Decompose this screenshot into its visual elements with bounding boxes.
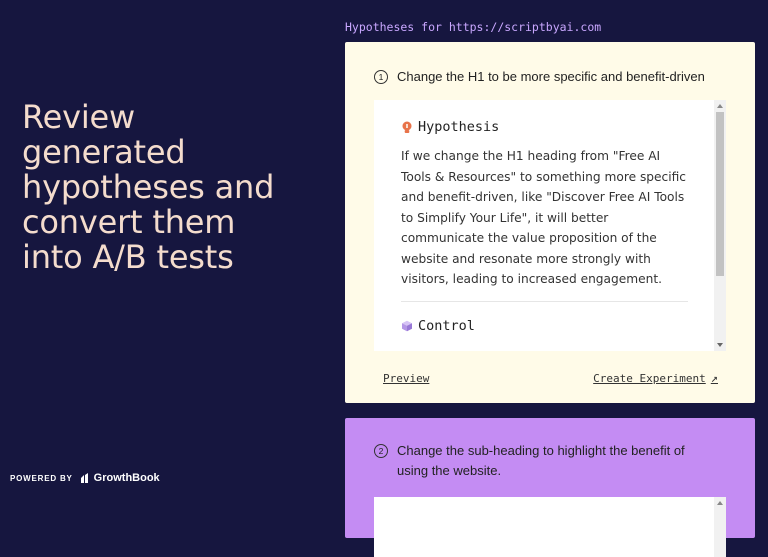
hero-line: generated xyxy=(22,133,186,171)
hero-line: hypotheses and xyxy=(22,168,275,206)
card-number-badge: 2 xyxy=(374,444,388,458)
card-title-text: Change the H1 to be more specific and be… xyxy=(397,69,705,84)
control-label: Control xyxy=(418,318,475,334)
hypotheses-header: Hypotheses for https://scriptbyai.com xyxy=(345,20,602,34)
scroll-up-arrow-icon[interactable] xyxy=(717,501,723,505)
scroll-down-arrow-icon[interactable] xyxy=(717,343,723,347)
hypothesis-section-title: Hypothesis xyxy=(401,119,499,135)
hypothesis-card: 2 Change the sub-heading to highlight th… xyxy=(345,418,755,557)
cube-icon xyxy=(401,320,413,332)
powered-by-label: POWERED BY xyxy=(10,473,73,483)
control-section-title: Control xyxy=(401,318,475,334)
arrow-redirect-icon: ↗ xyxy=(710,371,718,385)
scroll-up-arrow-icon[interactable] xyxy=(717,104,723,108)
hero-line: convert them xyxy=(22,203,236,241)
hypothesis-card: 1 Change the H1 to be more specific and … xyxy=(345,42,755,403)
hero-heading: Review generated hypotheses and convert … xyxy=(22,100,322,275)
scrollbar[interactable] xyxy=(714,100,726,351)
create-experiment-link[interactable]: Create Experiment ↗ xyxy=(593,371,718,385)
growthbook-brand-text: GrowthBook xyxy=(93,472,160,484)
create-experiment-label: Create Experiment xyxy=(593,371,706,385)
hero-line: into A/B tests xyxy=(22,238,234,276)
scrollbar-thumb[interactable] xyxy=(716,112,724,276)
hypothesis-label: Hypothesis xyxy=(418,119,500,135)
card-actions: Preview Create Experiment ↗ xyxy=(383,371,718,385)
hypothesis-text: If we change the H1 heading from "Free A… xyxy=(401,149,686,286)
hero-line: Review xyxy=(22,98,135,136)
powered-by[interactable]: POWERED BY GrowthBook xyxy=(10,472,160,484)
growthbook-logo: GrowthBook xyxy=(79,472,160,484)
lightbulb-icon xyxy=(401,121,413,134)
hypothesis-details-panel[interactable]: Hypothesis If we change the H1 heading f… xyxy=(374,100,726,351)
card-title: 1 Change the H1 to be more specific and … xyxy=(374,67,714,87)
hypothesis-details-panel[interactable] xyxy=(374,497,726,557)
card-title-text: Change the sub-heading to highlight the … xyxy=(397,443,685,478)
section-divider xyxy=(401,301,688,302)
preview-link[interactable]: Preview xyxy=(383,371,429,385)
growthbook-logo-icon xyxy=(80,473,88,483)
card-number-badge: 1 xyxy=(374,70,388,84)
card-title: 2 Change the sub-heading to highlight th… xyxy=(374,441,714,481)
scrollbar[interactable] xyxy=(714,497,726,557)
